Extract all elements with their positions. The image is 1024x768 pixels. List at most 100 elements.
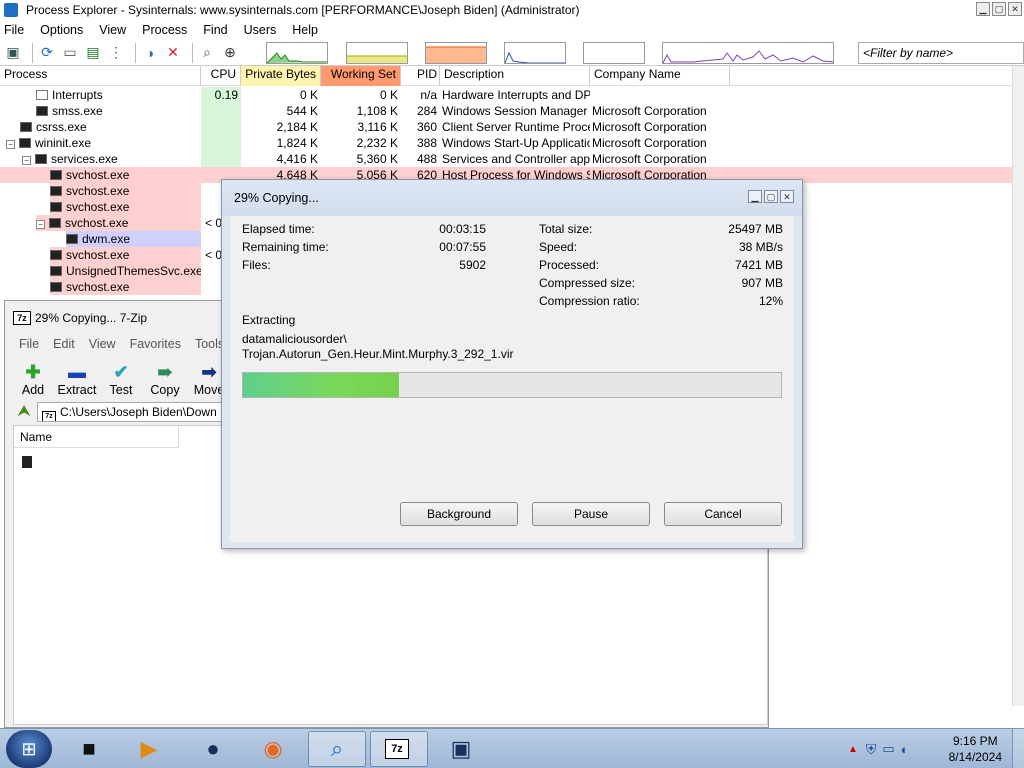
total-size-value: 25497 MB (728, 222, 783, 236)
dialog-close-button[interactable]: ✕ (780, 190, 794, 203)
menu-tools[interactable]: Tools (195, 337, 224, 351)
process-icon (50, 202, 62, 212)
column-company[interactable]: Company Name (590, 66, 730, 86)
taskbar-terminal[interactable]: ■ (60, 731, 118, 767)
window-icon: ▣ (450, 736, 472, 761)
menu-favorites[interactable]: Favorites (130, 337, 181, 351)
menu-options[interactable]: Options (40, 23, 83, 37)
cpu-graph-icon[interactable]: ▤ (84, 44, 102, 62)
menu-file[interactable]: File (4, 23, 24, 37)
checkmark-icon: ✔ (113, 362, 129, 382)
menu-process[interactable]: Process (142, 23, 187, 37)
table-row[interactable]: csrss.exe 2,184 K 3,116 K 360 Client Ser… (0, 119, 1012, 135)
tree-icon[interactable]: ⋮ (107, 44, 125, 62)
minimize-button[interactable]: ▁ (976, 2, 990, 16)
menu-file[interactable]: File (19, 337, 39, 351)
copy-button[interactable]: ➠ Copy (147, 361, 183, 397)
pause-button[interactable]: Pause (532, 502, 650, 526)
find-icon[interactable]: ⌕ (198, 44, 216, 62)
process-icon (50, 266, 62, 276)
process-icon (50, 282, 62, 292)
commit-graph[interactable] (346, 42, 408, 64)
taskbar-7zip[interactable]: 7z (370, 731, 428, 767)
clock[interactable]: 9:16 PM 8/14/2024 (949, 733, 1002, 765)
process-icon (49, 218, 61, 228)
process-icon (19, 138, 31, 148)
dialog-minimize-button[interactable]: ▁ (748, 190, 762, 203)
menu-help[interactable]: Help (292, 23, 318, 37)
taskbar-globe[interactable]: ● (184, 731, 242, 767)
interrupts-icon (36, 90, 48, 100)
crosshair-icon[interactable]: ⊕ (221, 44, 239, 62)
kill-process-icon[interactable]: ✕ (164, 44, 182, 62)
tray-bluetooth-icon[interactable]: ◐ (901, 742, 909, 757)
menu-view[interactable]: View (99, 23, 126, 37)
progress-bar (242, 372, 782, 398)
save-icon[interactable]: ▣ (4, 44, 22, 62)
file-icon[interactable] (22, 456, 32, 468)
io-graph[interactable] (504, 42, 566, 64)
table-row[interactable]: Interrupts 0.19 0 K 0 K n/a Hardware Int… (0, 87, 1012, 103)
column-private-bytes[interactable]: Private Bytes (241, 66, 321, 86)
refresh-icon[interactable]: ⟳ (38, 44, 56, 62)
test-button[interactable]: ✔ Test (103, 361, 139, 397)
move-arrow-icon: ➡ (201, 362, 217, 382)
filter-input[interactable]: <Filter by name> (858, 42, 1024, 64)
terminal-icon: ■ (82, 736, 96, 761)
cpu-graph[interactable] (266, 42, 328, 64)
column-process[interactable]: Process (0, 66, 201, 86)
table-row[interactable]: smss.exe 544 K 1,108 K 284 Windows Sessi… (0, 103, 1012, 119)
background-button[interactable]: Background (400, 502, 518, 526)
menu-find[interactable]: Find (203, 23, 227, 37)
taskbar-process-explorer[interactable]: ⌕ (308, 731, 366, 767)
process-icon (50, 170, 62, 180)
start-button[interactable]: ⊞ (6, 730, 52, 768)
menu-edit[interactable]: Edit (53, 337, 75, 351)
compression-ratio-value: 12% (758, 294, 783, 308)
process-icon (50, 250, 62, 260)
current-path-line1: datamaliciousorder\ (242, 332, 347, 346)
menu-bar: File Options View Process Find Users Hel… (0, 20, 1024, 40)
folder-up-icon[interactable]: ⮝ (15, 403, 33, 421)
column-description[interactable]: Description (440, 66, 590, 86)
menu-view[interactable]: View (89, 337, 116, 351)
firefox-icon: ◉ (263, 736, 283, 761)
add-button[interactable]: ✚ Add (15, 361, 51, 397)
total-size-label: Total size: (539, 222, 593, 236)
extract-button[interactable]: ▬ Extract (58, 361, 97, 397)
show-desktop-button[interactable] (1012, 729, 1024, 768)
clock-date: 8/14/2024 (948, 750, 1002, 764)
tray-arrow-icon[interactable]: ▲ (848, 744, 858, 755)
taskbar-window[interactable]: ▣ (432, 731, 490, 767)
collapse-icon[interactable]: − (6, 140, 15, 149)
tray-security-icon[interactable]: ⛨ (866, 741, 877, 758)
speed-value: 38 MB/s (738, 240, 783, 254)
process-icon (36, 106, 48, 116)
column-cpu[interactable]: CPU (201, 66, 241, 86)
sevenzip-title: 29% Copying... 7-Zip (35, 311, 148, 325)
disk-graph[interactable] (662, 42, 834, 64)
cancel-button[interactable]: Cancel (664, 502, 782, 526)
dialog-maximize-button[interactable]: ▢ (764, 190, 778, 203)
table-row[interactable]: − wininit.exe 1,824 K 2,232 K 388 Windows… (0, 135, 1012, 151)
properties-icon[interactable]: ◑ (141, 44, 159, 62)
vertical-scrollbar[interactable] (1012, 66, 1024, 706)
taskbar-media-player[interactable]: ▶ (120, 731, 178, 767)
tray-network-icon[interactable]: ▭ (882, 741, 894, 757)
menu-users[interactable]: Users (244, 23, 277, 37)
files-label: Files: (242, 258, 271, 272)
column-working-set[interactable]: Working Set (321, 66, 401, 86)
system-info-icon[interactable]: ▭ (61, 44, 79, 62)
taskbar-firefox[interactable]: ◉ (244, 731, 302, 767)
column-pid[interactable]: PID (401, 66, 440, 86)
close-button[interactable]: ✕ (1008, 2, 1022, 16)
dialog-body: Elapsed time: 00:03:15 Remaining time: 0… (230, 216, 794, 542)
copy-arrow-icon: ➠ (157, 362, 173, 382)
network-graph[interactable] (583, 42, 645, 64)
maximize-button[interactable]: ▢ (992, 2, 1006, 16)
table-row[interactable]: − services.exe 4,416 K 5,360 K 488 Servic… (0, 151, 1012, 167)
column-name[interactable]: Name (14, 426, 179, 448)
collapse-icon[interactable]: − (36, 220, 45, 229)
physical-memory-graph[interactable] (425, 42, 487, 64)
collapse-icon[interactable]: − (22, 156, 31, 165)
